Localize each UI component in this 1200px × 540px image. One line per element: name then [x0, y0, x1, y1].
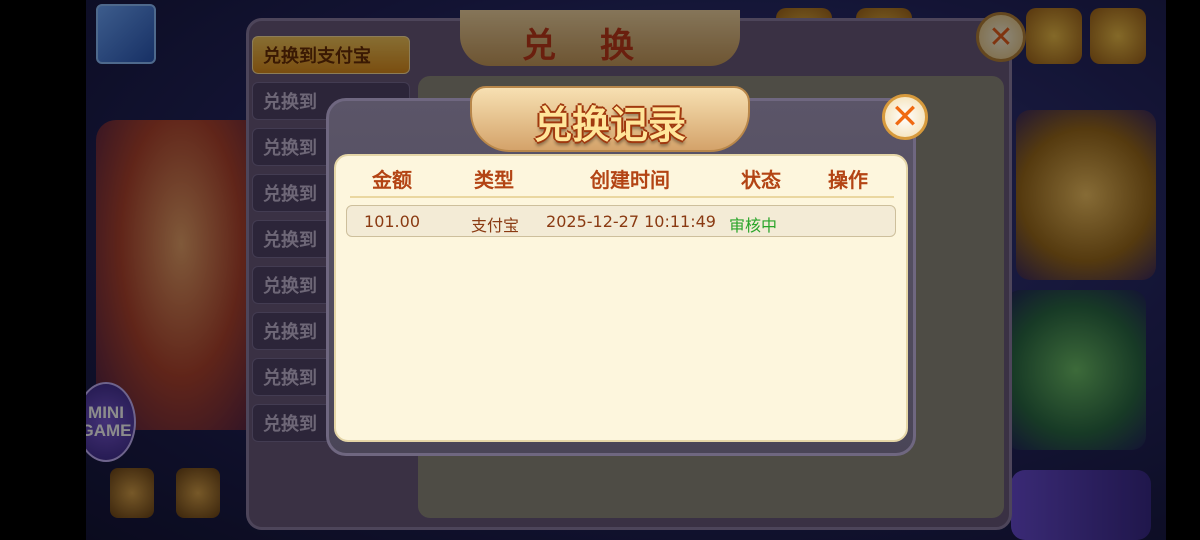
column-header-action: 操作 [828, 168, 868, 192]
close-icon[interactable]: ✕ [882, 94, 928, 140]
column-header-status: 状态 [741, 168, 781, 192]
header-divider [350, 196, 894, 198]
cell-created-time: 2025-12-27 10:11:49 [546, 212, 716, 231]
dialog-title-plate: 兑换记录 [470, 86, 750, 152]
records-table-header: 金额 类型 创建时间 状态 操作 [334, 164, 908, 194]
column-header-type: 类型 [474, 168, 514, 192]
cell-amount: 101.00 [364, 212, 420, 231]
cell-status: 审核中 [728, 216, 778, 235]
table-row[interactable]: 101.00 支付宝 2025-12-27 10:11:49 审核中 [346, 205, 896, 237]
cell-type: 支付宝 [470, 216, 520, 235]
column-header-created-time: 创建时间 [590, 168, 670, 192]
column-header-amount: 金额 [372, 168, 412, 192]
dialog-title: 兑换记录 [533, 103, 686, 147]
